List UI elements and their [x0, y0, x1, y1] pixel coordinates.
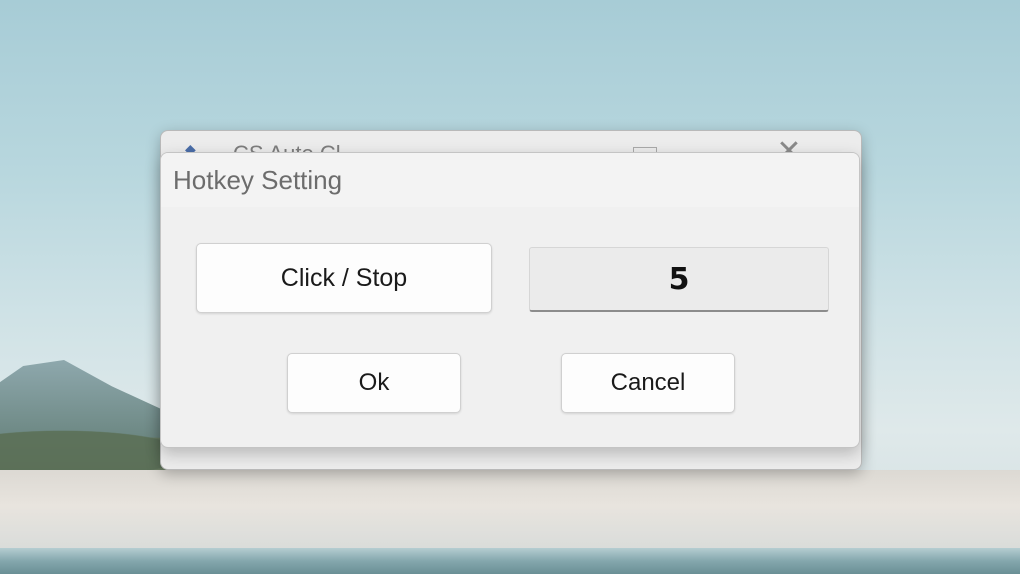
close-icon[interactable]: ✕ — [769, 137, 809, 153]
hotkey-input[interactable]: 5 — [529, 247, 829, 312]
dialog-title: Hotkey Setting — [173, 165, 343, 195]
hotkey-setting-dialog: Hotkey Setting Click / Stop 5 Ok Cancel — [160, 152, 860, 448]
water — [0, 548, 1020, 574]
ok-button[interactable]: Ok — [287, 353, 461, 413]
click-stop-button[interactable]: Click / Stop — [196, 243, 492, 313]
desktop-background: ◆ CS Auto Cl ✕ Hotkey Setting Click / St… — [0, 0, 1020, 574]
cancel-button[interactable]: Cancel — [561, 353, 735, 413]
beach — [0, 470, 1020, 550]
dialog-titlebar: Hotkey Setting — [161, 153, 859, 207]
